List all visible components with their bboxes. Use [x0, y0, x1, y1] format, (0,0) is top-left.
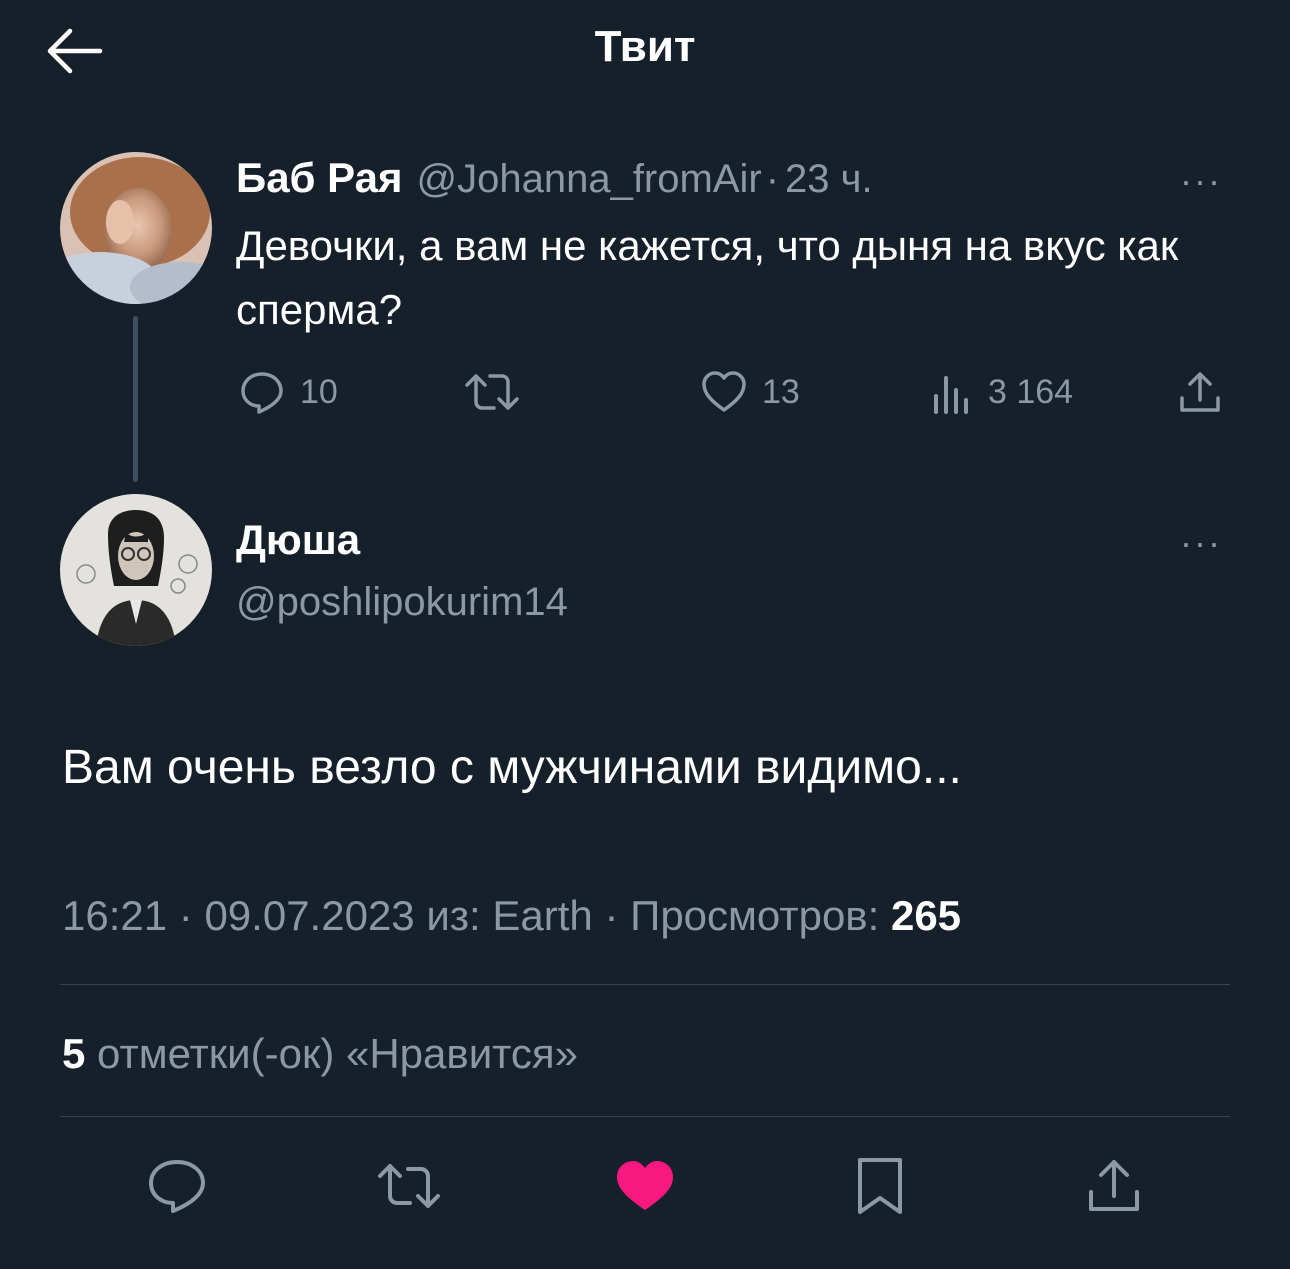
thread-connector-line [133, 316, 138, 482]
retweet-icon [465, 374, 519, 410]
parent-share-button[interactable] [1176, 368, 1224, 416]
retweet-icon [378, 1164, 440, 1208]
tweet-time[interactable]: 16:21 [62, 892, 167, 939]
parent-retweet-button[interactable] [464, 368, 520, 416]
tweet-info-line: 16:21 · 09.07.2023 из: Earth · Просмотро… [62, 892, 961, 940]
heart-outline-icon [702, 371, 746, 412]
separator-dot: · [765, 157, 780, 201]
views-chart-icon [934, 376, 968, 414]
parent-reply-button[interactable]: 10 [238, 368, 338, 416]
parent-time-ago[interactable]: 23 ч. [785, 157, 873, 202]
reply-button[interactable] [146, 1158, 208, 1219]
parent-tweet-header: Баб Рая @Johanna_fromAir · 23 ч. [236, 154, 873, 202]
reply-more-button[interactable]: ··· [1180, 522, 1222, 564]
tweet-date[interactable]: 09.07.2023 [204, 892, 414, 939]
parent-tweet-text: Девочки, а вам не кажется, что дыня на в… [236, 222, 1179, 333]
reply-tweet-text: Вам очень везло с мужчинами видимо... [62, 741, 962, 794]
divider [60, 984, 1230, 985]
divider [60, 1116, 1230, 1117]
likes-count: 5 [62, 1030, 86, 1077]
likes-label: отметки(-ок) «Нравится» [97, 1030, 579, 1077]
reply-icon [149, 1160, 205, 1213]
user-photo-icon [60, 152, 212, 304]
parent-like-count: 13 [762, 372, 800, 411]
parent-like-button[interactable]: 13 [700, 368, 800, 416]
views-label: Просмотров: [630, 892, 880, 939]
share-button[interactable] [1084, 1156, 1144, 1221]
parent-author-handle[interactable]: @Johanna_fromAir [416, 157, 761, 202]
page-title: Твит [594, 22, 696, 71]
bookmark-button[interactable] [852, 1156, 908, 1223]
parent-more-button[interactable]: ··· [1180, 160, 1222, 202]
reply-icon [241, 372, 283, 414]
tweet-source: из: Earth [426, 892, 593, 939]
avatar-parent-author[interactable] [60, 152, 212, 304]
retweet-button[interactable] [376, 1158, 442, 1219]
share-icon [1180, 372, 1220, 412]
reply-author-name[interactable]: Дюша [236, 516, 360, 564]
likes-summary[interactable]: 5 отметки(-ок) «Нравится» [62, 1030, 578, 1078]
like-button[interactable] [614, 1158, 676, 1219]
avatar-reply-author[interactable] [60, 494, 212, 646]
bookmark-icon [858, 1158, 902, 1214]
heart-filled-icon [617, 1161, 673, 1210]
user-drawing-icon [60, 494, 212, 646]
parent-author-name[interactable]: Баб Рая [236, 154, 402, 202]
separator-dot: · [178, 892, 193, 939]
reply-author-handle[interactable]: @poshlipokurim14 [236, 580, 568, 625]
share-icon [1089, 1160, 1139, 1211]
parent-views-button[interactable]: 3 164 [930, 368, 1073, 416]
parent-reply-count: 10 [300, 372, 338, 411]
parent-views-count: 3 164 [988, 372, 1074, 411]
views-count: 265 [890, 892, 962, 939]
separator-dot: · [604, 892, 619, 939]
